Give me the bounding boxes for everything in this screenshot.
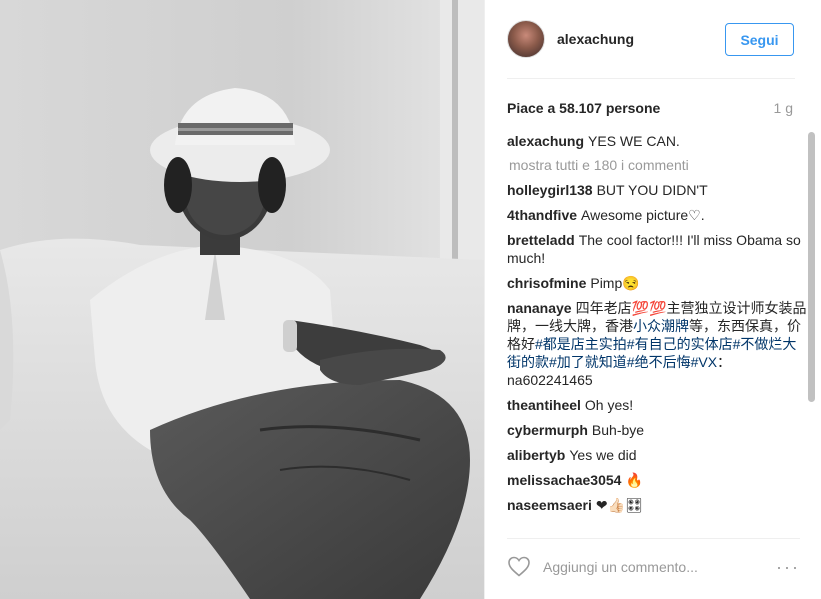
scrollbar-thumb[interactable] xyxy=(808,132,815,402)
list-item: cybermurph Buh-bye xyxy=(507,421,807,439)
likes-count[interactable]: Piace a 58.107 persone xyxy=(507,100,660,116)
footer-divider xyxy=(507,538,800,539)
comment-username[interactable]: naseemsaeri xyxy=(507,497,592,513)
photo-illustration xyxy=(0,0,484,599)
caption-username[interactable]: alexachung xyxy=(507,133,584,149)
comment-username[interactable]: cybermurph xyxy=(507,422,588,438)
comment-username[interactable]: theantiheel xyxy=(507,397,581,413)
unamused-emoji: 😒 xyxy=(622,275,640,291)
comment-text: BUT YOU DIDN'T xyxy=(596,182,708,198)
comment-text: Buh-bye xyxy=(591,422,645,438)
comment-username[interactable]: alibertyb xyxy=(507,447,565,463)
avatar[interactable] xyxy=(507,20,545,58)
hundred-points-emoji: 💯💯 xyxy=(631,300,667,316)
follow-button[interactable]: Segui xyxy=(725,23,794,56)
heart-outline-icon[interactable] xyxy=(507,555,531,577)
comment-text: Pimp xyxy=(590,275,623,291)
comment-text: 四年老店 xyxy=(575,300,632,316)
post-age[interactable]: 1 g xyxy=(774,100,793,116)
more-options-icon[interactable]: ··· xyxy=(776,557,800,578)
load-more-comments[interactable]: mostra tutti e 180 i commenti xyxy=(509,157,807,173)
comments-scrollbar[interactable] xyxy=(808,132,816,536)
comment-bar: Aggiungi un commento... ··· xyxy=(485,545,821,593)
list-item: melissachae3054 🔥 xyxy=(507,471,807,489)
heart-thumbs-emoji: ❤👍🏻🎛 xyxy=(595,497,643,513)
fire-emoji: 🔥 xyxy=(625,472,643,488)
list-item: theantiheel Oh yes! xyxy=(507,396,807,414)
hashtag-link[interactable]: #都是店主实拍#有自己的实体店#不做烂大街的款#加了就知道#绝不后悔#VX xyxy=(507,336,796,370)
post-sidebar: alexachung Segui Piace a 58.107 persone … xyxy=(484,0,821,599)
comment-username[interactable]: nananaye xyxy=(507,300,572,316)
post-header: alexachung Segui xyxy=(485,0,821,78)
list-item: bretteladd The cool factor!!! I'll miss O… xyxy=(507,231,807,267)
comments-list: alexachung YES WE CAN. mostra tutti e 180… xyxy=(507,132,807,536)
list-item: 4thandfive Awesome picture♡. xyxy=(507,206,807,224)
comment-username[interactable]: chrisofmine xyxy=(507,275,586,291)
list-item: holleygirl138 BUT YOU DIDN'T xyxy=(507,181,807,199)
caption: alexachung YES WE CAN. xyxy=(507,132,807,150)
comment-text: Oh yes! xyxy=(584,397,634,413)
list-item: chrisofmine Pimp😒 xyxy=(507,274,807,292)
comment-username[interactable]: bretteladd xyxy=(507,232,575,248)
header-username[interactable]: alexachung xyxy=(557,31,634,47)
comment-username[interactable]: holleygirl138 xyxy=(507,182,593,198)
header-divider xyxy=(507,78,795,79)
hashtag-link[interactable]: 小众潮牌 xyxy=(633,318,689,334)
comment-username[interactable]: 4thandfive xyxy=(507,207,577,223)
list-item: alibertyb Yes we did xyxy=(507,446,807,464)
list-item: naseemsaeri ❤👍🏻🎛 xyxy=(507,496,807,514)
comment-text: Awesome picture♡. xyxy=(581,207,705,223)
add-comment-input[interactable]: Aggiungi un commento... xyxy=(543,559,698,575)
caption-text: YES WE CAN. xyxy=(588,133,680,149)
post-photo[interactable] xyxy=(0,0,484,599)
post-modal: alexachung Segui Piace a 58.107 persone … xyxy=(0,0,821,599)
list-item: nananaye 四年老店💯💯主营独立设计师女装品牌，一线大牌，香港小众潮牌等，东… xyxy=(507,299,807,389)
comment-text: Yes we did xyxy=(569,447,637,463)
comment-username[interactable]: melissachae3054 xyxy=(507,472,621,488)
